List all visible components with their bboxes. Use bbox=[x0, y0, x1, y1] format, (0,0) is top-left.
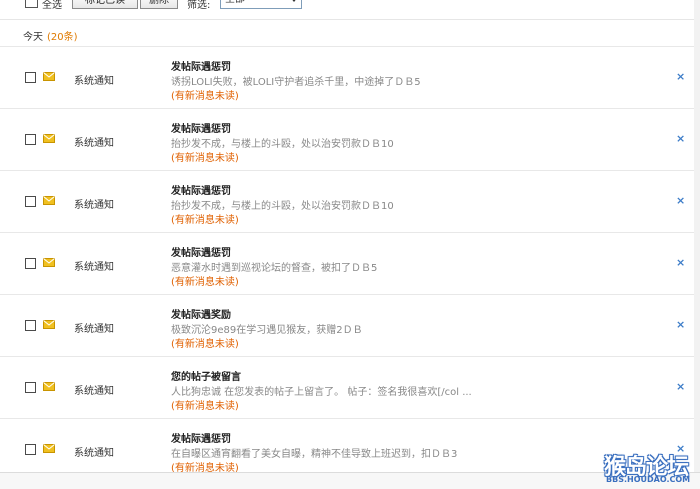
filter-value: 全部 bbox=[225, 0, 245, 6]
message-body[interactable]: 诱拐LOLI失败，被LOLI守护者追杀千里，中途掉了ＤＢ5 bbox=[171, 73, 421, 88]
message-title[interactable]: 发帖际遇惩罚 bbox=[171, 430, 231, 445]
message-checkbox[interactable] bbox=[25, 382, 36, 393]
close-icon[interactable]: × bbox=[676, 380, 685, 393]
envelope-icon bbox=[43, 72, 55, 81]
message-list: 系统通知 发帖际遇惩罚 诱拐LOLI失败，被LOLI守护者追杀千里，中途掉了ＤＢ5(… bbox=[0, 46, 700, 480]
date-group-header: 今天 (20条) bbox=[0, 19, 700, 47]
chevron-down-icon bbox=[290, 0, 298, 2]
select-all-label: 全选 bbox=[42, 0, 62, 11]
unread-status: (有新消息未读) bbox=[171, 339, 239, 350]
filter-label: 筛选: bbox=[187, 0, 211, 11]
message-checkbox[interactable] bbox=[25, 196, 36, 207]
message-row[interactable]: 系统通知 发帖际遇惩罚 在自曝区通宵翻看了美女自曝，精神不佳导致上班迟到，扣ＤＢ3(… bbox=[0, 418, 700, 480]
message-source: 系统通知 bbox=[74, 76, 114, 87]
scrollbar[interactable] bbox=[694, 0, 700, 489]
message-checkbox[interactable] bbox=[25, 444, 36, 455]
envelope-icon bbox=[43, 320, 55, 329]
message-body[interactable]: 抬抄发不成，与楼上的斗殴，处以治安罚款ＤＢ10 bbox=[171, 197, 394, 212]
unread-status: (有新消息未读) bbox=[171, 91, 239, 102]
unread-status: (有新消息未读) bbox=[171, 401, 239, 412]
close-icon[interactable]: × bbox=[676, 194, 685, 207]
message-source: 系统通知 bbox=[74, 262, 114, 273]
toolbar: 全选 标记已读 删除 筛选: 全部 bbox=[0, 0, 700, 18]
message-source: 系统通知 bbox=[74, 200, 114, 211]
message-checkbox[interactable] bbox=[25, 320, 36, 331]
date-group-label: 今天 bbox=[23, 32, 43, 43]
message-title[interactable]: 发帖际遇惩罚 bbox=[171, 244, 231, 259]
message-row[interactable]: 系统通知 发帖际遇惩罚 恶意灌水时遇到巡视论坛的督查，被扣了ＤＢ5 (有新消息未读) × bbox=[0, 232, 700, 294]
message-checkbox[interactable] bbox=[25, 72, 36, 83]
envelope-icon bbox=[43, 258, 55, 267]
message-row[interactable]: 系统通知 发帖际遇惩罚 抬抄发不成，与楼上的斗殴，处以治安罚款ＤＢ10 (有新消息未读… bbox=[0, 108, 700, 170]
watermark: 猴岛论坛 BBS.HOUDAO.COM bbox=[604, 449, 694, 489]
message-title[interactable]: 发帖际遇奖励 bbox=[171, 306, 231, 321]
message-row[interactable]: 系统通知 您的帖子被留言 人比狗忠诚 在您发表的帖子上留言了。 帖子：签名我很喜欢[… bbox=[0, 356, 700, 418]
select-all-checkbox[interactable] bbox=[25, 0, 38, 8]
close-icon[interactable]: × bbox=[676, 132, 685, 145]
date-group-count: (20条) bbox=[47, 32, 78, 43]
envelope-icon bbox=[43, 196, 55, 205]
unread-status: (有新消息未读) bbox=[171, 153, 239, 164]
message-source: 系统通知 bbox=[74, 386, 114, 397]
envelope-icon bbox=[43, 134, 55, 143]
message-body[interactable]: 在自曝区通宵翻看了美女自曝，精神不佳导致上班迟到，扣ＤＢ3 bbox=[171, 445, 457, 460]
filter-select[interactable]: 全部 bbox=[220, 0, 302, 9]
close-icon[interactable]: × bbox=[676, 318, 685, 331]
message-row[interactable]: 系统通知 发帖际遇奖励 极致沉沦9e89在学习遇见猴友，获赠2ＤＢ (有新消息未读) × bbox=[0, 294, 700, 356]
unread-status: (有新消息未读) bbox=[171, 277, 239, 288]
message-checkbox[interactable] bbox=[25, 258, 36, 269]
message-body[interactable]: 恶意灌水时遇到巡视论坛的督查，被扣了ＤＢ5 bbox=[171, 259, 377, 274]
close-icon[interactable]: × bbox=[676, 256, 685, 269]
mark-read-button[interactable]: 标记已读 bbox=[72, 0, 138, 9]
message-title[interactable]: 您的帖子被留言 bbox=[171, 368, 241, 383]
message-body[interactable]: 抬抄发不成，与楼上的斗殴，处以治安罚款ＤＢ10 bbox=[171, 135, 394, 150]
watermark-subtitle: BBS.HOUDAO.COM bbox=[606, 475, 691, 484]
message-checkbox[interactable] bbox=[25, 134, 36, 145]
message-title[interactable]: 发帖际遇惩罚 bbox=[171, 120, 231, 135]
message-title[interactable]: 发帖际遇惩罚 bbox=[171, 58, 231, 73]
delete-button[interactable]: 删除 bbox=[140, 0, 178, 9]
message-source: 系统通知 bbox=[74, 324, 114, 335]
message-row[interactable]: 系统通知 发帖际遇惩罚 诱拐LOLI失败，被LOLI守护者追杀千里，中途掉了ＤＢ5 (… bbox=[0, 46, 700, 108]
unread-status: (有新消息未读) bbox=[171, 215, 239, 226]
status-bar bbox=[0, 472, 700, 489]
envelope-icon bbox=[43, 382, 55, 391]
message-body[interactable]: 人比狗忠诚 在您发表的帖子上留言了。 帖子：签名我很喜欢[/col ... bbox=[171, 383, 472, 398]
envelope-icon bbox=[43, 444, 55, 453]
message-source: 系统通知 bbox=[74, 448, 114, 459]
message-title[interactable]: 发帖际遇惩罚 bbox=[171, 182, 231, 197]
message-body[interactable]: 极致沉沦9e89在学习遇见猴友，获赠2ＤＢ bbox=[171, 321, 363, 336]
message-row[interactable]: 系统通知 发帖际遇惩罚 抬抄发不成，与楼上的斗殴，处以治安罚款ＤＢ10 (有新消息未读… bbox=[0, 170, 700, 232]
message-source: 系统通知 bbox=[74, 138, 114, 149]
close-icon[interactable]: × bbox=[676, 70, 685, 83]
